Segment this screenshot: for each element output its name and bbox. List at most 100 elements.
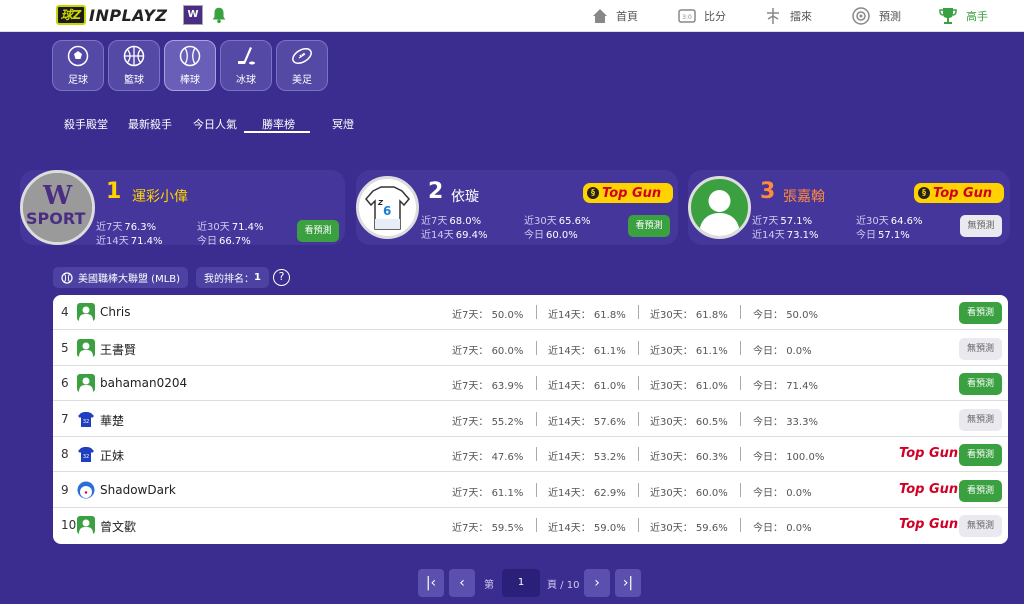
- nav-home[interactable]: 首頁: [592, 0, 638, 32]
- row-divider: [638, 411, 639, 426]
- league-selector[interactable]: 美國職棒大聯盟 (MLB): [53, 267, 189, 288]
- row-avatar[interactable]: [77, 481, 95, 499]
- table-row[interactable]: 8 32 正妹 近7天： 47.6% 近14天： 53.2% 近30天： 60.3% 今日：…: [53, 437, 1008, 472]
- podium-avatar-1[interactable]: W SPORT: [20, 170, 95, 245]
- row-name[interactable]: 華楚: [100, 412, 124, 429]
- nav-scores[interactable]: 3:0 比分: [678, 0, 726, 32]
- view-prediction-button[interactable]: 看預測: [959, 373, 1002, 395]
- next-page-button[interactable]: ›: [584, 569, 610, 597]
- row-divider: [740, 447, 741, 461]
- topgun-icon: §: [587, 187, 599, 199]
- last-page-button[interactable]: ›|: [615, 569, 641, 597]
- view-prediction-button[interactable]: 看預測: [959, 302, 1002, 324]
- row-stat-d14: 近14天： 61.8%: [548, 310, 626, 321]
- podium-stat-d14: 近14天 69.4%: [421, 230, 488, 241]
- subtab-hall-of-fame[interactable]: 殺手殿堂: [64, 116, 108, 132]
- no-prediction-button[interactable]: 無預測: [960, 215, 1002, 237]
- row-stat-d30: 近30天： 61.1%: [650, 345, 728, 357]
- basketball-icon: [123, 45, 145, 67]
- sport-tab-basketball[interactable]: 籃球: [108, 40, 160, 91]
- subtab-cold[interactable]: 冥燈: [332, 116, 354, 132]
- table-row[interactable]: 7 32 華楚 近7天： 55.2% 近14天： 57.6% 近30天： 60.5% 今日：…: [53, 402, 1008, 437]
- home-icon: [593, 9, 607, 23]
- podium-name[interactable]: 張嘉翰: [783, 186, 825, 206]
- row-stat-d7: 近7天： 47.6%: [452, 452, 524, 463]
- nav-home-label: 首頁: [616, 10, 638, 23]
- row-avatar[interactable]: [77, 338, 95, 357]
- sport-tab-baseball[interactable]: 棒球: [164, 40, 216, 91]
- first-page-button[interactable]: |‹: [418, 569, 444, 597]
- row-stat-today: 今日： 0.0%: [753, 345, 812, 357]
- nav-arena[interactable]: 擂來: [764, 0, 812, 32]
- row-name[interactable]: 正妹: [100, 447, 124, 464]
- row-name[interactable]: ShadowDark: [100, 483, 176, 497]
- topgun-badge: § Top Gun: [914, 183, 1004, 203]
- row-name[interactable]: bahaman0204: [100, 376, 187, 390]
- row-divider: [536, 340, 537, 355]
- topgun-badge: Top Gun: [899, 517, 959, 532]
- row-divider: [536, 305, 537, 319]
- page-input[interactable]: 1: [502, 569, 540, 597]
- row-stat-d30: 近30天： 60.0%: [650, 487, 728, 499]
- row-avatar[interactable]: 32: [77, 445, 95, 463]
- baseball-icon: [179, 45, 201, 67]
- row-avatar[interactable]: [77, 374, 95, 392]
- no-prediction-button[interactable]: 無預測: [959, 515, 1002, 537]
- svg-text:32: 32: [83, 419, 89, 425]
- view-prediction-button[interactable]: 看預測: [628, 215, 670, 237]
- nav-experts[interactable]: 高手: [938, 0, 988, 32]
- row-stat-d14: 近14天： 61.1%: [548, 345, 626, 357]
- row-name[interactable]: 王書賢: [100, 341, 136, 358]
- row-avatar[interactable]: 32: [77, 409, 95, 428]
- table-row[interactable]: 9 ShadowDark 近7天： 61.1% 近14天： 62.9% 近30天： 60…: [53, 473, 1008, 508]
- row-name[interactable]: 曾文歡: [100, 518, 136, 535]
- table-row[interactable]: 5 王書賢 近7天： 60.0% 近14天： 61.1% 近30天： 61.1% 今日： …: [53, 331, 1008, 366]
- row-divider: [740, 411, 741, 426]
- default-avatar-icon: [699, 190, 740, 236]
- row-avatar[interactable]: [77, 516, 95, 534]
- podium-stat-d30: 近30天 71.4%: [197, 222, 264, 233]
- sport-tab-football[interactable]: 美足: [276, 40, 328, 91]
- table-row[interactable]: 4 Chris 近7天： 50.0% 近14天： 61.8% 近30天： 61.8% 今日…: [53, 295, 1008, 330]
- view-prediction-button[interactable]: 看預測: [959, 479, 1002, 502]
- no-prediction-button[interactable]: 無預測: [959, 408, 1002, 431]
- trophy-icon: [939, 8, 957, 24]
- view-prediction-button[interactable]: 看預測: [959, 444, 1002, 466]
- podium-name[interactable]: 依璇: [451, 186, 479, 206]
- row-stat-d7: 近7天： 61.1%: [452, 487, 524, 499]
- sport-tab-hockey[interactable]: 冰球: [220, 40, 272, 91]
- row-avatar[interactable]: [77, 303, 95, 321]
- nav-scores-label: 比分: [704, 10, 726, 23]
- bell-icon[interactable]: [210, 6, 228, 24]
- row-stat-d14: 近14天： 62.9%: [548, 487, 626, 499]
- target-icon: [852, 7, 870, 25]
- subtab-popular[interactable]: 今日人氣: [193, 116, 237, 132]
- soccer-ball-icon: [67, 45, 89, 67]
- no-prediction-button[interactable]: 無預測: [959, 337, 1002, 360]
- podium-stat-today: 今日 60.0%: [524, 230, 578, 241]
- football-icon: [292, 48, 312, 64]
- row-divider: [740, 376, 741, 390]
- podium-avatar-2[interactable]: 6 Z: [356, 176, 419, 239]
- podium-rank: 3: [760, 179, 776, 204]
- podium-stat-d30: 近30天 65.6%: [524, 216, 591, 227]
- subtab-newest[interactable]: 最新殺手: [128, 116, 172, 132]
- table-row[interactable]: 6 bahaman0204 近7天： 63.9% 近14天： 61.0% 近30天： 6…: [53, 366, 1008, 401]
- row-divider: [536, 376, 537, 390]
- subtab-win-rate[interactable]: 勝率榜: [262, 116, 295, 132]
- help-icon[interactable]: ?: [273, 269, 290, 286]
- podium-avatar-3[interactable]: [688, 176, 751, 239]
- user-avatar[interactable]: W: [183, 5, 203, 25]
- nav-predict[interactable]: 預測: [851, 0, 901, 32]
- row-rank: 5: [61, 340, 69, 355]
- view-prediction-button[interactable]: 看預測: [297, 220, 339, 242]
- row-name[interactable]: Chris: [100, 305, 131, 319]
- podium-rank: 1: [106, 179, 122, 204]
- logo[interactable]: 球Z INPLAYZ: [56, 5, 168, 25]
- sport-tab-soccer[interactable]: 足球: [52, 40, 104, 91]
- podium-stat-d14: 近14天 71.4%: [96, 236, 163, 247]
- podium-name[interactable]: 運彩小偉: [132, 186, 188, 206]
- baseball-icon: [61, 271, 73, 284]
- table-row[interactable]: 10 曾文歡 近7天： 59.5% 近14天： 59.0% 近30天： 59.6% 今日：…: [53, 508, 1008, 543]
- prev-page-button[interactable]: ‹: [449, 569, 475, 597]
